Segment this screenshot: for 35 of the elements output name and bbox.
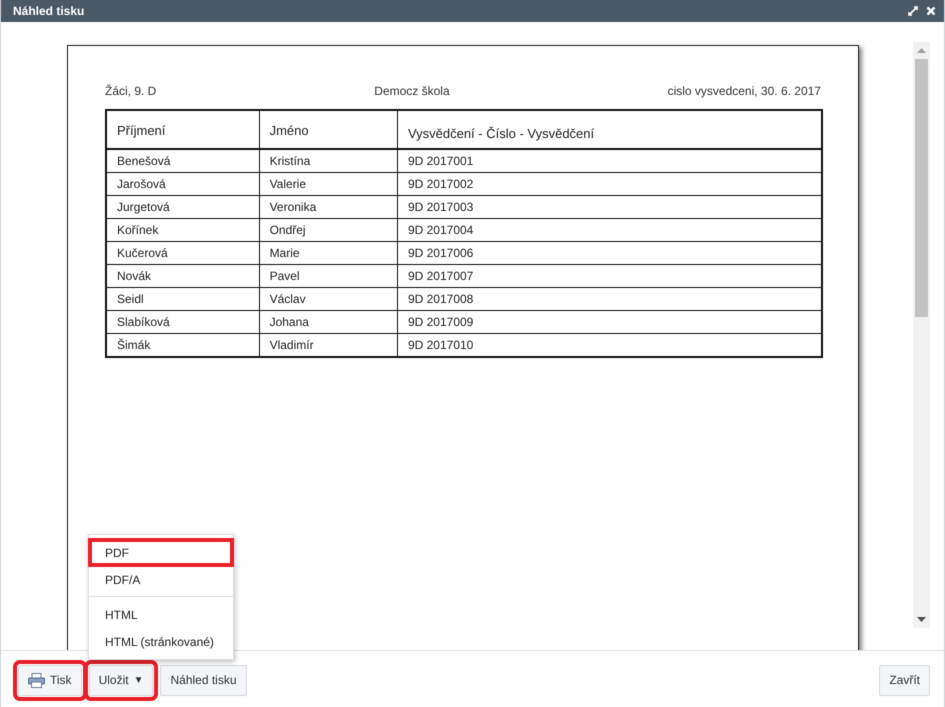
table-cell: Kristína <box>259 149 398 172</box>
table-cell: Slabíková <box>106 310 260 334</box>
table-cell: Valerie <box>259 172 398 196</box>
menu-item[interactable]: PDF <box>89 539 233 566</box>
close-button[interactable]: Zavřít <box>879 664 930 696</box>
maximize-icon[interactable] <box>908 6 918 16</box>
close-icon[interactable] <box>926 6 936 16</box>
page-header-text: Democz škola <box>374 84 450 98</box>
table-cell: Kučerová <box>106 242 260 264</box>
table-cell: Jarošová <box>106 172 260 196</box>
table-cell: Ondřej <box>259 218 398 242</box>
table-cell: Novák <box>106 264 260 288</box>
scrollbar[interactable] <box>913 42 930 628</box>
page-header-text: cislo vysvedceni, 30. 6. 2017 <box>668 84 821 98</box>
column-header: Příjmení <box>106 110 260 149</box>
table-cell: Veronika <box>259 196 398 218</box>
table-cell: Pavel <box>259 264 398 288</box>
table-cell: Johana <box>259 310 398 334</box>
menu-item[interactable]: HTML (stránkované) <box>89 628 233 655</box>
window-title: Náhled tisku <box>13 4 86 18</box>
table-cell: Václav <box>259 288 398 310</box>
table-cell: Jurgetová <box>106 196 260 218</box>
table-cell: Seidl <box>106 288 260 310</box>
table-cell: Benešová <box>106 149 260 172</box>
scroll-down-icon[interactable] <box>917 617 926 622</box>
table-cell: Kořínek <box>106 218 260 242</box>
menu-item[interactable]: HTML <box>89 601 233 628</box>
page-header-text: Žáci, 9. D <box>105 84 156 98</box>
table-cell: Marie <box>259 242 398 264</box>
preview-button[interactable]: Náhled tisku <box>160 664 247 696</box>
menu-item[interactable]: PDF/A <box>89 566 233 593</box>
printer-icon <box>28 672 45 688</box>
caret-icon: ▼ <box>134 674 144 686</box>
scrollbar-thumb[interactable] <box>915 59 928 317</box>
column-header: Jméno <box>259 110 398 149</box>
